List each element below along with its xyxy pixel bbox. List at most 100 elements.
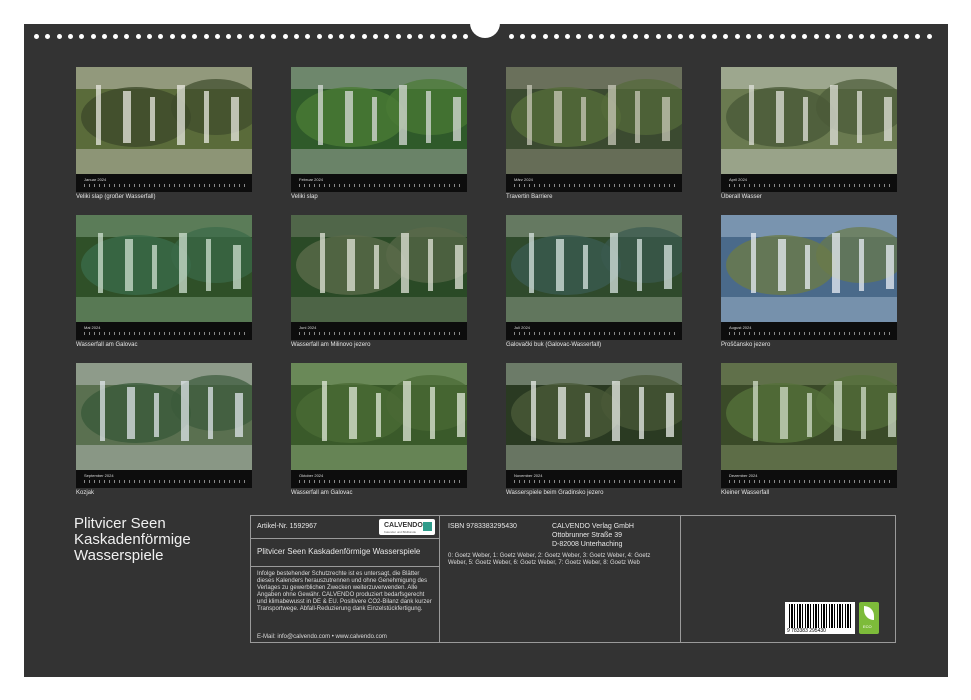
day-numbers [299, 184, 463, 187]
binding-hole [802, 34, 808, 39]
photo-caption: Travertin Barriere [506, 194, 553, 200]
day-numbers [729, 332, 893, 335]
calendar-title: Plitvicer Seen Kaskadenförmige Wasserspi… [74, 516, 191, 564]
binding-hole [632, 34, 638, 39]
binding-hole [791, 34, 797, 39]
calendar-strip: November 2024 [506, 470, 682, 488]
binding-hole [440, 34, 446, 39]
binding-hole [45, 34, 51, 39]
binding-hole [666, 34, 672, 39]
binding-hole [926, 34, 932, 39]
binding-hole [429, 34, 435, 39]
isbn: ISBN 9783383295430 [448, 523, 517, 530]
publisher-city: D-82008 Unterhaching [552, 541, 623, 548]
day-numbers [84, 480, 248, 483]
binding-hole [689, 34, 695, 39]
day-numbers [729, 480, 893, 483]
binding-hole [825, 34, 830, 39]
logo-mark-icon [423, 522, 432, 531]
binding-hole [169, 34, 175, 39]
calendar-strip: Februar 2024 [291, 174, 467, 192]
photo-caption: Wasserfall am Milinovo jezero [291, 342, 371, 348]
logo-text: CALVENDO [384, 522, 423, 529]
binding-hole [644, 34, 650, 39]
photo-caption: Wasserspiele beim Gradinsko jezero [506, 490, 604, 496]
binding-hole [327, 34, 333, 39]
month-photo [76, 67, 252, 174]
binding-hole [373, 34, 378, 39]
photo-credits: 0: Goetz Weber, 1: Goetz Weber, 2: Goetz… [448, 553, 651, 566]
binding-hole [587, 34, 593, 39]
month-label: November 2024 [514, 473, 543, 478]
article-number: Artikel-Nr. 1592967 [257, 523, 317, 530]
binding-hole [904, 34, 910, 39]
calendar-strip: August 2024 [721, 322, 897, 340]
calendar-strip: Oktober 2024 [291, 470, 467, 488]
binding-hole [678, 34, 684, 39]
month-label: Februar 2024 [299, 177, 324, 182]
binding-hole [847, 34, 853, 39]
publisher-name: CALVENDO Verlag GmbH [552, 523, 634, 530]
photo-caption: Kozjak [76, 490, 95, 496]
divider [251, 538, 439, 539]
binding-hole [113, 34, 119, 39]
binding-hole [745, 34, 751, 39]
day-numbers [84, 332, 248, 335]
info-column-left: Artikel-Nr. 1592967 CALVENDO Kalender un… [251, 516, 440, 642]
month-label: Juli 2024 [514, 325, 531, 330]
day-numbers [729, 184, 893, 187]
binding-hole [260, 34, 265, 39]
day-numbers [514, 332, 678, 335]
month-photo [291, 67, 467, 174]
month-photo [721, 67, 897, 174]
binding-hole [67, 34, 73, 39]
photo-caption: Wasserfall am Galovac [76, 342, 138, 348]
month-photo [506, 363, 682, 470]
binding-hole [192, 34, 198, 39]
binding-hole [553, 34, 559, 39]
month-label: Mai 2024 [84, 325, 101, 330]
day-numbers [299, 480, 463, 483]
photo-caption: Überall Wasser [721, 194, 762, 200]
photo-caption: Veliki slap [291, 194, 318, 200]
month-label: Oktober 2024 [299, 473, 324, 478]
binding-hole [836, 34, 842, 39]
binding-hole [135, 34, 141, 39]
logo-subtitle: Kalender und Bildbände [384, 530, 417, 534]
photo-caption: Proščansko jezero [721, 342, 771, 348]
binding-hole [463, 34, 469, 39]
binding-hole [350, 34, 356, 39]
day-numbers [514, 480, 678, 483]
calendar-strip: Dezember 2024 [721, 470, 897, 488]
binding-hole [293, 34, 299, 39]
binding-hole [271, 34, 277, 39]
binding-hole [158, 34, 164, 39]
month-label: April 2024 [729, 177, 748, 182]
binding-hole [531, 34, 537, 39]
binding-hole [610, 34, 616, 39]
month-photo [721, 363, 897, 470]
binding-hole [34, 34, 39, 39]
binding-hole [147, 34, 152, 39]
binding-hole [124, 34, 130, 39]
binding-hole [723, 34, 729, 39]
binding-hole [779, 34, 785, 39]
divider [251, 566, 439, 567]
binding-hole [452, 34, 458, 39]
publisher-street: Ottobrunner Straße 39 [552, 532, 623, 539]
eco-label: ECO [863, 624, 872, 629]
binding-hole [226, 34, 232, 39]
binding-hole [339, 34, 345, 39]
binding-hole [915, 34, 921, 39]
calendar-strip: Juni 2024 [291, 322, 467, 340]
binding-hole [712, 34, 717, 39]
calendar-strip: Juli 2024 [506, 322, 682, 340]
binding-hole [237, 34, 243, 39]
barcode-number: 9 783383 295430 [787, 628, 826, 634]
calendar-back-page: Januar 2024 Veliki slap (großer Wasserfa… [24, 14, 948, 677]
binding-hole [214, 34, 220, 39]
binding-hole [418, 34, 424, 39]
product-title: Plitvicer Seen Kaskadenförmige Wasserspi… [257, 547, 421, 556]
binding-hole [395, 34, 401, 39]
day-numbers [84, 184, 248, 187]
